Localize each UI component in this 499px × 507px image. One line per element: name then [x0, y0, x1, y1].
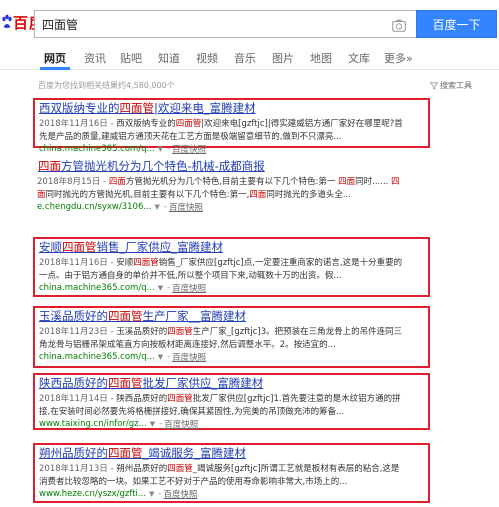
tab-images[interactable]: 图片: [272, 50, 294, 66]
snapshot-link[interactable]: 百度快照: [172, 282, 206, 294]
result-abstract: 2018年11月13日 - 朔州品质好的四面管_竭诚服务[gzftjc]所谓工艺…: [39, 464, 400, 487]
dropdown-arrow-icon[interactable]: ▼: [149, 490, 154, 498]
tab-web[interactable]: 网页: [44, 50, 66, 66]
dropdown-arrow-icon[interactable]: ▼: [150, 420, 155, 428]
result-abstract: 2018年8月15日 - 四面方管抛光机分为几个特色,目前主要有以下几个特色:第…: [37, 177, 400, 200]
paw-icon: [2, 14, 12, 30]
result-url: china.machine365.com/q... ▼ - 百度快照: [39, 282, 207, 294]
result-item: 四面方管抛光机分为几个特色-机械-成都商报 2018年8月15日 - 四面方管抛…: [33, 158, 430, 213]
tab-zhidao[interactable]: 知道: [158, 50, 180, 66]
header: 百度 百度一下: [0, 0, 499, 44]
tab-video[interactable]: 视频: [196, 50, 218, 66]
dropdown-arrow-icon[interactable]: ▼: [158, 284, 163, 292]
result-count: 百度为您找到相关结果约4,580,000个: [38, 81, 175, 90]
tab-news[interactable]: 资讯: [84, 50, 106, 66]
result-title[interactable]: 西双版纳专业的四面管|欢迎来电_富腾建材: [39, 100, 428, 116]
result-item: 玉溪品质好的四面管生产厂家__富腾建材 2018年11月23日 - 玉溪品质好的…: [33, 306, 430, 368]
result-url: e.chengdu.cn/syxw/3106... ▼ - 百度快照: [37, 201, 203, 213]
search-tools-button[interactable]: 搜索工具: [430, 80, 472, 91]
result-url: www.heze.cn/yszx/gzfti... ▼ - 百度快照: [39, 488, 198, 500]
dropdown-arrow-icon[interactable]: ▼: [158, 353, 163, 361]
result-title[interactable]: 朔州品质好的四面管_竭诚服务_富腾建材: [39, 445, 428, 461]
dropdown-arrow-icon[interactable]: ▼: [158, 145, 163, 153]
result-url: china.machine365.com/q... ▼ - 百度快照: [39, 143, 207, 155]
tab-tieba[interactable]: 贴吧: [120, 50, 142, 66]
result-title[interactable]: 陕西品质好的四面管批发厂家供应_富腾建材: [39, 375, 428, 391]
tab-music[interactable]: 音乐: [234, 50, 256, 66]
result-url: china.machine365.com/q... ▼ - 百度快照: [39, 351, 207, 363]
snapshot-link[interactable]: 百度快照: [172, 143, 206, 155]
search-tabs: 网页 资讯 贴吧 知道 视频 音乐 图片 地图 文库 更多»: [0, 44, 499, 70]
snapshot-link[interactable]: 百度快照: [169, 201, 203, 213]
search-button[interactable]: 百度一下: [416, 10, 497, 38]
dropdown-arrow-icon[interactable]: ▼: [154, 203, 159, 211]
snapshot-link[interactable]: 百度快照: [164, 418, 198, 430]
result-url: www.taixing.cn/infor/gz... ▼ - 百度快照: [39, 418, 199, 430]
result-item: 西双版纳专业的四面管|欢迎来电_富腾建材 2018年11月16日 - 西双版纳专…: [33, 98, 430, 155]
result-title[interactable]: 玉溪品质好的四面管生产厂家__富腾建材: [39, 308, 428, 324]
result-abstract: 2018年11月16日 - 西双版纳专业的四面管|欢迎来电[gzftjc]|得实…: [39, 119, 403, 142]
tab-wenku[interactable]: 文库: [348, 50, 370, 66]
active-tab-indicator: [40, 67, 70, 70]
snapshot-link[interactable]: 百度快照: [164, 488, 198, 500]
result-title[interactable]: 四面方管抛光机分为几个特色-机械-成都商报: [38, 158, 430, 174]
search-input[interactable]: [35, 12, 375, 36]
result-abstract: 2018年11月14日 - 陕西品质好的四面管批发厂家供应[gzftjc]1.首…: [39, 394, 401, 417]
result-item: 朔州品质好的四面管_竭诚服务_富腾建材 2018年11月13日 - 朔州品质好的…: [33, 443, 430, 503]
filter-icon: [430, 81, 438, 90]
camera-icon[interactable]: [392, 17, 406, 32]
result-title[interactable]: 安顺四面管销售_厂家供应_富腾建材: [39, 239, 428, 255]
tab-map[interactable]: 地图: [310, 50, 332, 66]
search-tools-label: 搜索工具: [440, 81, 472, 90]
result-abstract: 2018年11月23日 - 玉溪品质好的四面管生产厂家_[gzftjc]3。把预…: [39, 327, 403, 350]
tab-more[interactable]: 更多»: [384, 50, 413, 66]
snapshot-link[interactable]: 百度快照: [172, 351, 206, 363]
result-abstract: 2018年11月16日 - 安顺四面管销售_厂家供应[gzftjc]点,一定要注…: [39, 258, 403, 281]
search-box: [34, 10, 416, 38]
result-item: 安顺四面管销售_厂家供应_富腾建材 2018年11月16日 - 安顺四面管销售_…: [33, 237, 430, 297]
result-item: 陕西品质好的四面管批发厂家供应_富腾建材 2018年11月14日 - 陕西品质好…: [33, 373, 430, 430]
